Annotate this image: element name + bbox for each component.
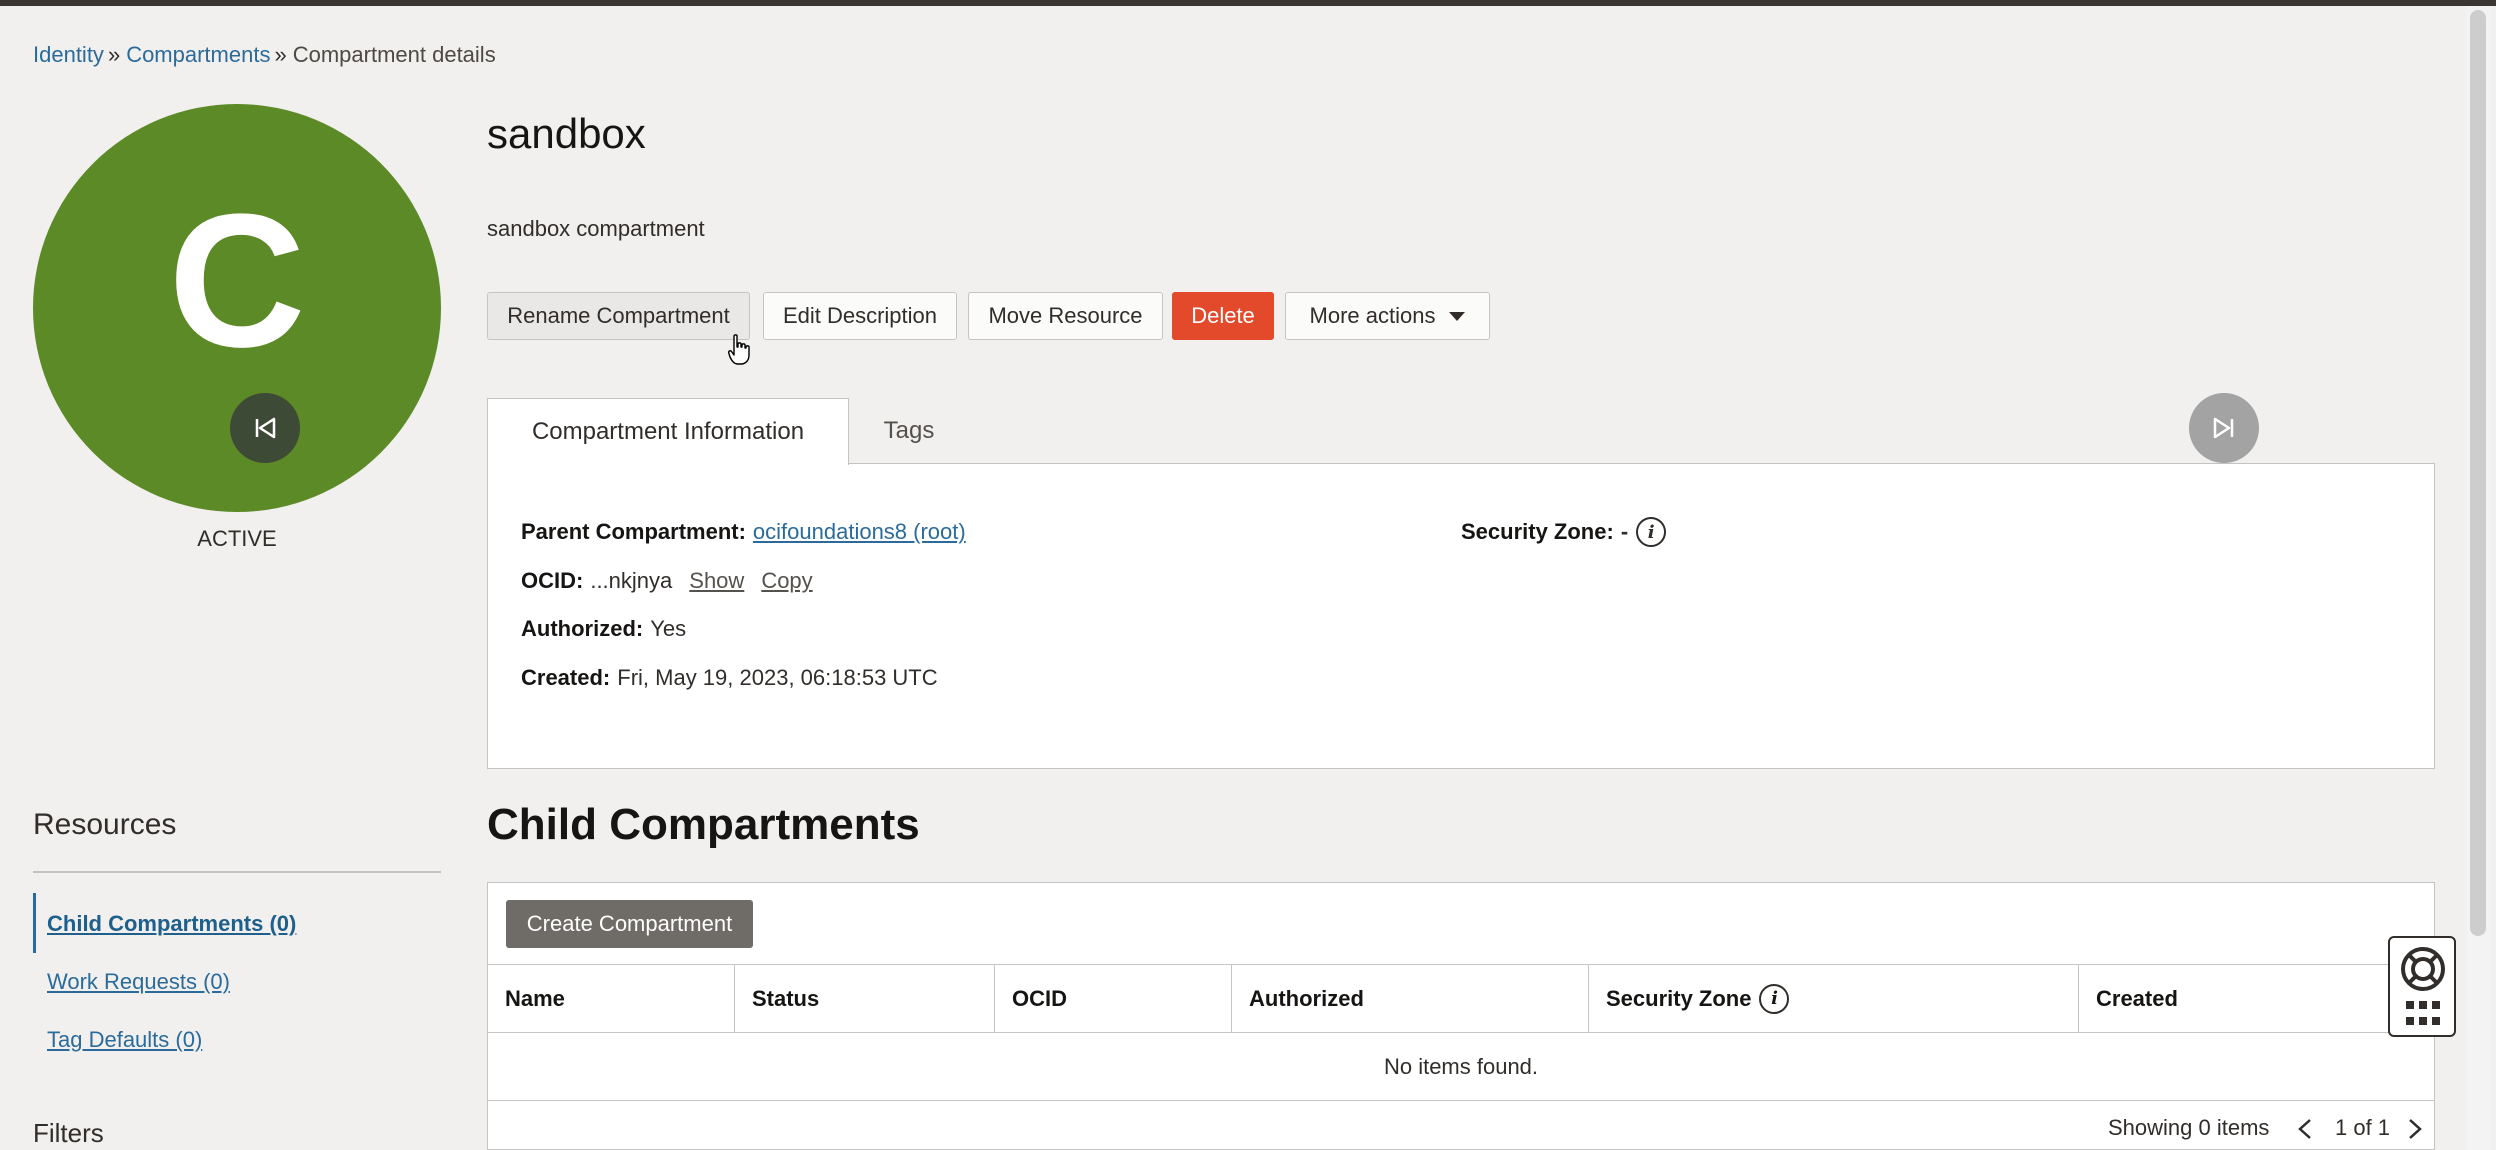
ocid-label: OCID:	[521, 568, 584, 593]
ocid-value: ...nkjnya	[590, 568, 673, 593]
lifecycle-status: ACTIVE	[197, 526, 277, 551]
security-zone-column-label: Security Zone	[1606, 985, 1752, 1011]
skip-back-button[interactable]	[230, 393, 300, 463]
column-header-security-zone[interactable]: Security Zone i	[1589, 965, 2079, 1032]
column-header-name[interactable]: Name	[488, 965, 735, 1032]
next-page-icon[interactable]	[2406, 1117, 2424, 1141]
compartment-information-panel: Parent Compartment: ocifoundations8 (roo…	[487, 463, 2435, 769]
column-header-status[interactable]: Status	[735, 965, 995, 1032]
breadcrumb: Identity» Compartments» Compartment detail…	[33, 42, 496, 68]
column-header-created[interactable]: Created	[2079, 965, 2434, 1032]
apps-grid-icon	[2406, 1001, 2440, 1025]
column-header-ocid[interactable]: OCID	[995, 965, 1232, 1032]
more-actions-button[interactable]: More actions	[1285, 292, 1490, 340]
lifebuoy-icon	[2401, 947, 2445, 991]
edit-description-button[interactable]: Edit Description	[763, 292, 957, 340]
compartment-description: sandbox compartment	[487, 216, 705, 241]
breadcrumb-compartments[interactable]: Compartments	[126, 42, 270, 67]
caret-down-icon	[1449, 311, 1466, 321]
info-icon[interactable]: i	[1759, 983, 1790, 1014]
table-header: Name Status OCID Authorized Security Zon…	[488, 964, 2434, 1033]
authorized-label: Authorized:	[521, 616, 644, 641]
authorized-value: Yes	[650, 616, 687, 641]
resource-work-requests[interactable]: Work Requests (0)	[47, 969, 230, 995]
parent-compartment-row: Parent Compartment: ocifoundations8 (roo…	[521, 519, 966, 545]
page-title: sandbox	[487, 110, 646, 157]
empty-table-message: No items found.	[488, 1033, 2434, 1101]
parent-compartment-link[interactable]: ocifoundations8 (root)	[753, 519, 966, 545]
child-compartments-table: Create Compartment Name Status OCID Auth…	[487, 882, 2435, 1150]
authorized-row: Authorized: Yes	[521, 616, 686, 642]
avatar-letter: C	[168, 175, 306, 387]
help-widget[interactable]	[2388, 936, 2456, 1037]
top-bar	[0, 0, 2496, 6]
rename-compartment-button[interactable]: Rename Compartment	[487, 292, 750, 340]
tab-tags[interactable]: Tags	[849, 398, 969, 464]
column-header-authorized[interactable]: Authorized	[1232, 965, 1589, 1032]
compartment-avatar: C	[33, 104, 441, 512]
child-compartments-title: Child Compartments	[487, 800, 920, 849]
info-icon[interactable]: i	[1636, 517, 1667, 547]
filters-title: Filters	[33, 1118, 104, 1148]
breadcrumb-identity[interactable]: Identity	[33, 42, 104, 67]
ocid-copy-link[interactable]: Copy	[761, 568, 812, 594]
ocid-row: OCID: ...nkjnya Show Copy	[521, 568, 813, 594]
security-zone-row: Security Zone: - i	[1461, 517, 1667, 547]
breadcrumb-current: Compartment details	[292, 42, 496, 67]
resources-title: Resources	[33, 808, 177, 841]
parent-compartment-label: Parent Compartment:	[521, 519, 746, 544]
skip-back-icon	[255, 417, 276, 439]
skip-forward-icon	[2213, 417, 2234, 439]
created-row: Created: Fri, May 19, 2023, 06:18:53 UTC	[521, 665, 938, 691]
created-value: Fri, May 19, 2023, 06:18:53 UTC	[617, 665, 938, 690]
created-label: Created:	[521, 665, 611, 690]
ocid-show-link[interactable]: Show	[689, 568, 744, 594]
hand-cursor-icon	[728, 334, 750, 365]
active-item-indicator	[33, 893, 36, 953]
create-compartment-button[interactable]: Create Compartment	[506, 900, 753, 948]
security-zone-label: Security Zone:	[1461, 519, 1614, 544]
breadcrumb-separator: »	[107, 42, 121, 67]
move-resource-button[interactable]: Move Resource	[968, 292, 1163, 340]
scrollbar-thumb[interactable]	[2470, 10, 2486, 936]
skip-forward-button[interactable]	[2189, 393, 2259, 463]
showing-count: Showing 0 items	[2108, 1115, 2270, 1140]
more-actions-label: More actions	[1309, 303, 1436, 328]
resources-divider	[33, 871, 441, 873]
security-zone-value: -	[1620, 519, 1629, 544]
breadcrumb-separator: »	[274, 42, 287, 67]
tab-compartment-information[interactable]: Compartment Information	[487, 398, 849, 465]
resource-child-compartments[interactable]: Child Compartments (0)	[47, 911, 296, 937]
delete-button[interactable]: Delete	[1172, 292, 1274, 340]
resource-tag-defaults[interactable]: Tag Defaults (0)	[47, 1027, 202, 1053]
page-indicator: 1 of 1	[2335, 1115, 2391, 1140]
previous-page-icon[interactable]	[2296, 1117, 2314, 1141]
